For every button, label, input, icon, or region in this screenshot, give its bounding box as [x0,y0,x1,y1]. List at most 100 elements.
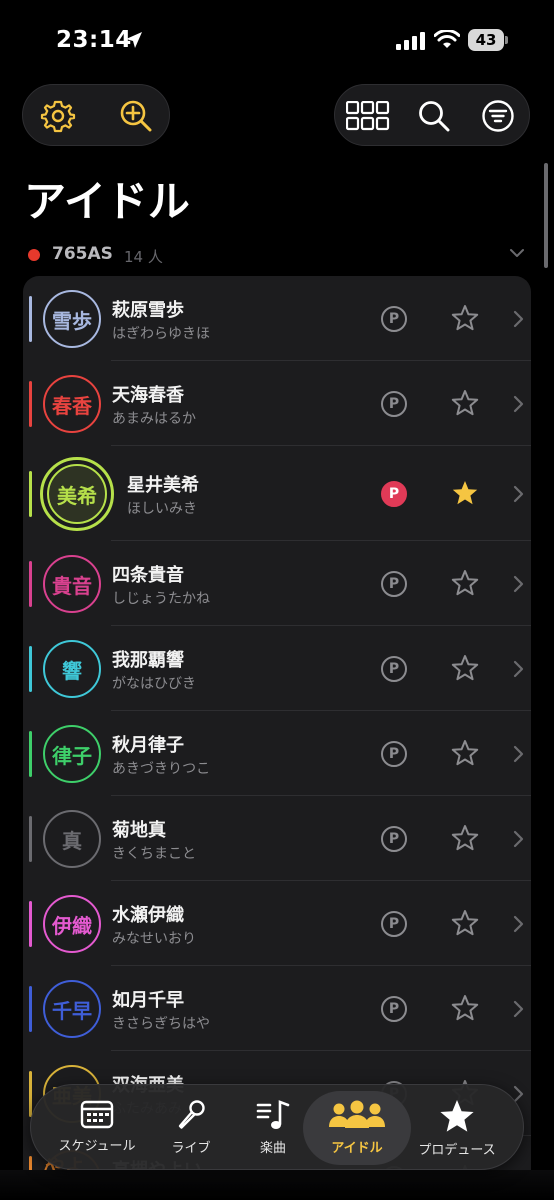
idol-color-bar [29,816,32,862]
grid-view-button[interactable] [345,93,391,139]
idol-row[interactable]: 春香 天海春香 あまみはるか P [23,361,531,446]
produce-badge-icon[interactable]: P [381,391,407,417]
idol-list: 雪歩 萩原雪歩 はぎわらゆきほ P 春香 天海春香 あまみはるか P 美希 星井… [23,276,531,1200]
favorite-star-icon[interactable] [451,824,479,852]
tab-produce[interactable]: プロデュース [403,1091,511,1165]
tab-schedule[interactable]: スケジュール [43,1091,151,1165]
calendar-icon [80,1100,114,1129]
tab-label: 楽曲 [259,1141,286,1156]
idol-avatar: 律子 [43,725,101,783]
idol-avatar: 美希 [47,464,107,524]
idol-name: 萩原雪歩 [112,300,184,321]
chevron-down-icon[interactable] [508,244,526,262]
chevron-right-icon [513,395,524,413]
idol-row[interactable]: 伊織 水瀬伊織 みなせいおり P [23,881,531,966]
idol-color-bar [29,296,32,342]
idol-name: 秋月律子 [112,735,184,756]
battery-indicator: 43 [468,29,508,53]
produce-badge-icon[interactable]: P [381,656,407,682]
produce-badge-icon[interactable]: P [381,306,407,332]
produce-badge-icon[interactable]: P [381,571,407,597]
zoom-button[interactable] [113,93,159,139]
star-icon [440,1100,474,1132]
idol-kana: あきづきりつこ [112,761,211,777]
filter-icon [482,100,514,132]
favorite-star-icon[interactable] [451,389,479,417]
settings-button[interactable] [35,93,81,139]
tab-label: スケジュール [58,1139,136,1154]
idol-kana: きくちまこと [112,846,196,862]
zoom-in-icon [120,100,152,132]
chevron-right-icon [513,660,524,678]
chevron-right-icon [513,915,524,933]
chevron-right-icon [513,485,524,503]
idol-kana: あまみはるか [112,411,196,427]
tab-bar: スケジュール ライブ 楽曲 アイドル プロデュース [30,1084,524,1170]
search-icon [419,101,450,132]
idol-avatar: 響 [43,640,101,698]
idol-row[interactable]: 美希 星井美希 ほしいみき P [23,446,531,541]
toolbar-left [22,84,170,146]
produce-badge-icon[interactable]: P [381,481,407,507]
tab-idols[interactable]: アイドル [303,1091,411,1165]
section-name: 765AS [52,244,113,264]
idol-name: 四条貴音 [112,565,184,586]
idol-row[interactable]: 律子 秋月律子 あきづきりつこ P [23,711,531,796]
chevron-right-icon [513,575,524,593]
page-title: アイドル [24,177,190,226]
idol-color-bar [29,986,32,1032]
idol-avatar: 伊織 [43,895,101,953]
toolbar-right [334,84,530,146]
favorite-star-icon[interactable] [451,654,479,682]
filter-button[interactable] [475,93,521,139]
idol-name: 水瀬伊織 [112,905,184,926]
section-header[interactable]: 765AS 14 人 [24,240,530,270]
battery-level: 43 [468,29,504,51]
idol-row[interactable]: 貴音 四条貴音 しじょうたかね P [23,541,531,626]
section-color-dot [28,249,40,261]
idol-kana: しじょうたかね [112,591,210,607]
idol-color-bar [29,731,32,777]
microphone-icon [178,1100,205,1129]
chevron-right-icon [513,310,524,328]
idol-color-bar [29,381,32,427]
favorite-star-icon[interactable] [451,994,479,1022]
scroll-indicator[interactable] [544,163,548,268]
favorite-star-icon[interactable] [451,739,479,767]
favorite-star-icon[interactable] [451,909,479,937]
idol-kana: がなはひびき [112,676,196,692]
favorite-star-icon[interactable] [451,304,479,332]
idol-kana: ほしいみき [127,501,197,517]
idol-kana: きさらぎちはや [112,1016,210,1032]
produce-badge-icon[interactable]: P [381,741,407,767]
idol-color-bar [29,561,32,607]
status-time: 23:14 [56,27,132,53]
idol-kana: みなせいおり [112,931,196,947]
wifi-icon [434,30,460,48]
people-icon [329,1100,385,1128]
idol-color-bar [29,646,32,692]
idol-avatar: 春香 [43,375,101,433]
idol-row[interactable]: 千早 如月千早 きさらぎちはや P [23,966,531,1051]
music-list-icon [256,1100,290,1129]
favorite-star-icon[interactable] [451,569,479,597]
idol-color-bar [29,1071,32,1117]
idol-row[interactable]: 響 我那覇響 がなはひびき P [23,626,531,711]
idol-avatar: 貴音 [43,555,101,613]
tab-label: アイドル [331,1141,383,1156]
favorite-star-icon[interactable] [451,479,479,507]
section-count: 14 人 [124,248,163,266]
produce-badge-icon[interactable]: P [381,996,407,1022]
idol-name: 如月千早 [112,990,184,1011]
idol-row[interactable]: 真 菊地真 きくちまこと P [23,796,531,881]
tab-label: ライブ [171,1141,211,1156]
status-bar: 23:14 43 [0,0,554,80]
search-button[interactable] [411,93,457,139]
idol-row[interactable]: 雪歩 萩原雪歩 はぎわらゆきほ P [23,276,531,361]
idol-name: 我那覇響 [112,650,184,671]
chevron-right-icon [513,830,524,848]
idol-avatar: 千早 [43,980,101,1038]
produce-badge-icon[interactable]: P [381,826,407,852]
chevron-right-icon [513,745,524,763]
produce-badge-icon[interactable]: P [381,911,407,937]
